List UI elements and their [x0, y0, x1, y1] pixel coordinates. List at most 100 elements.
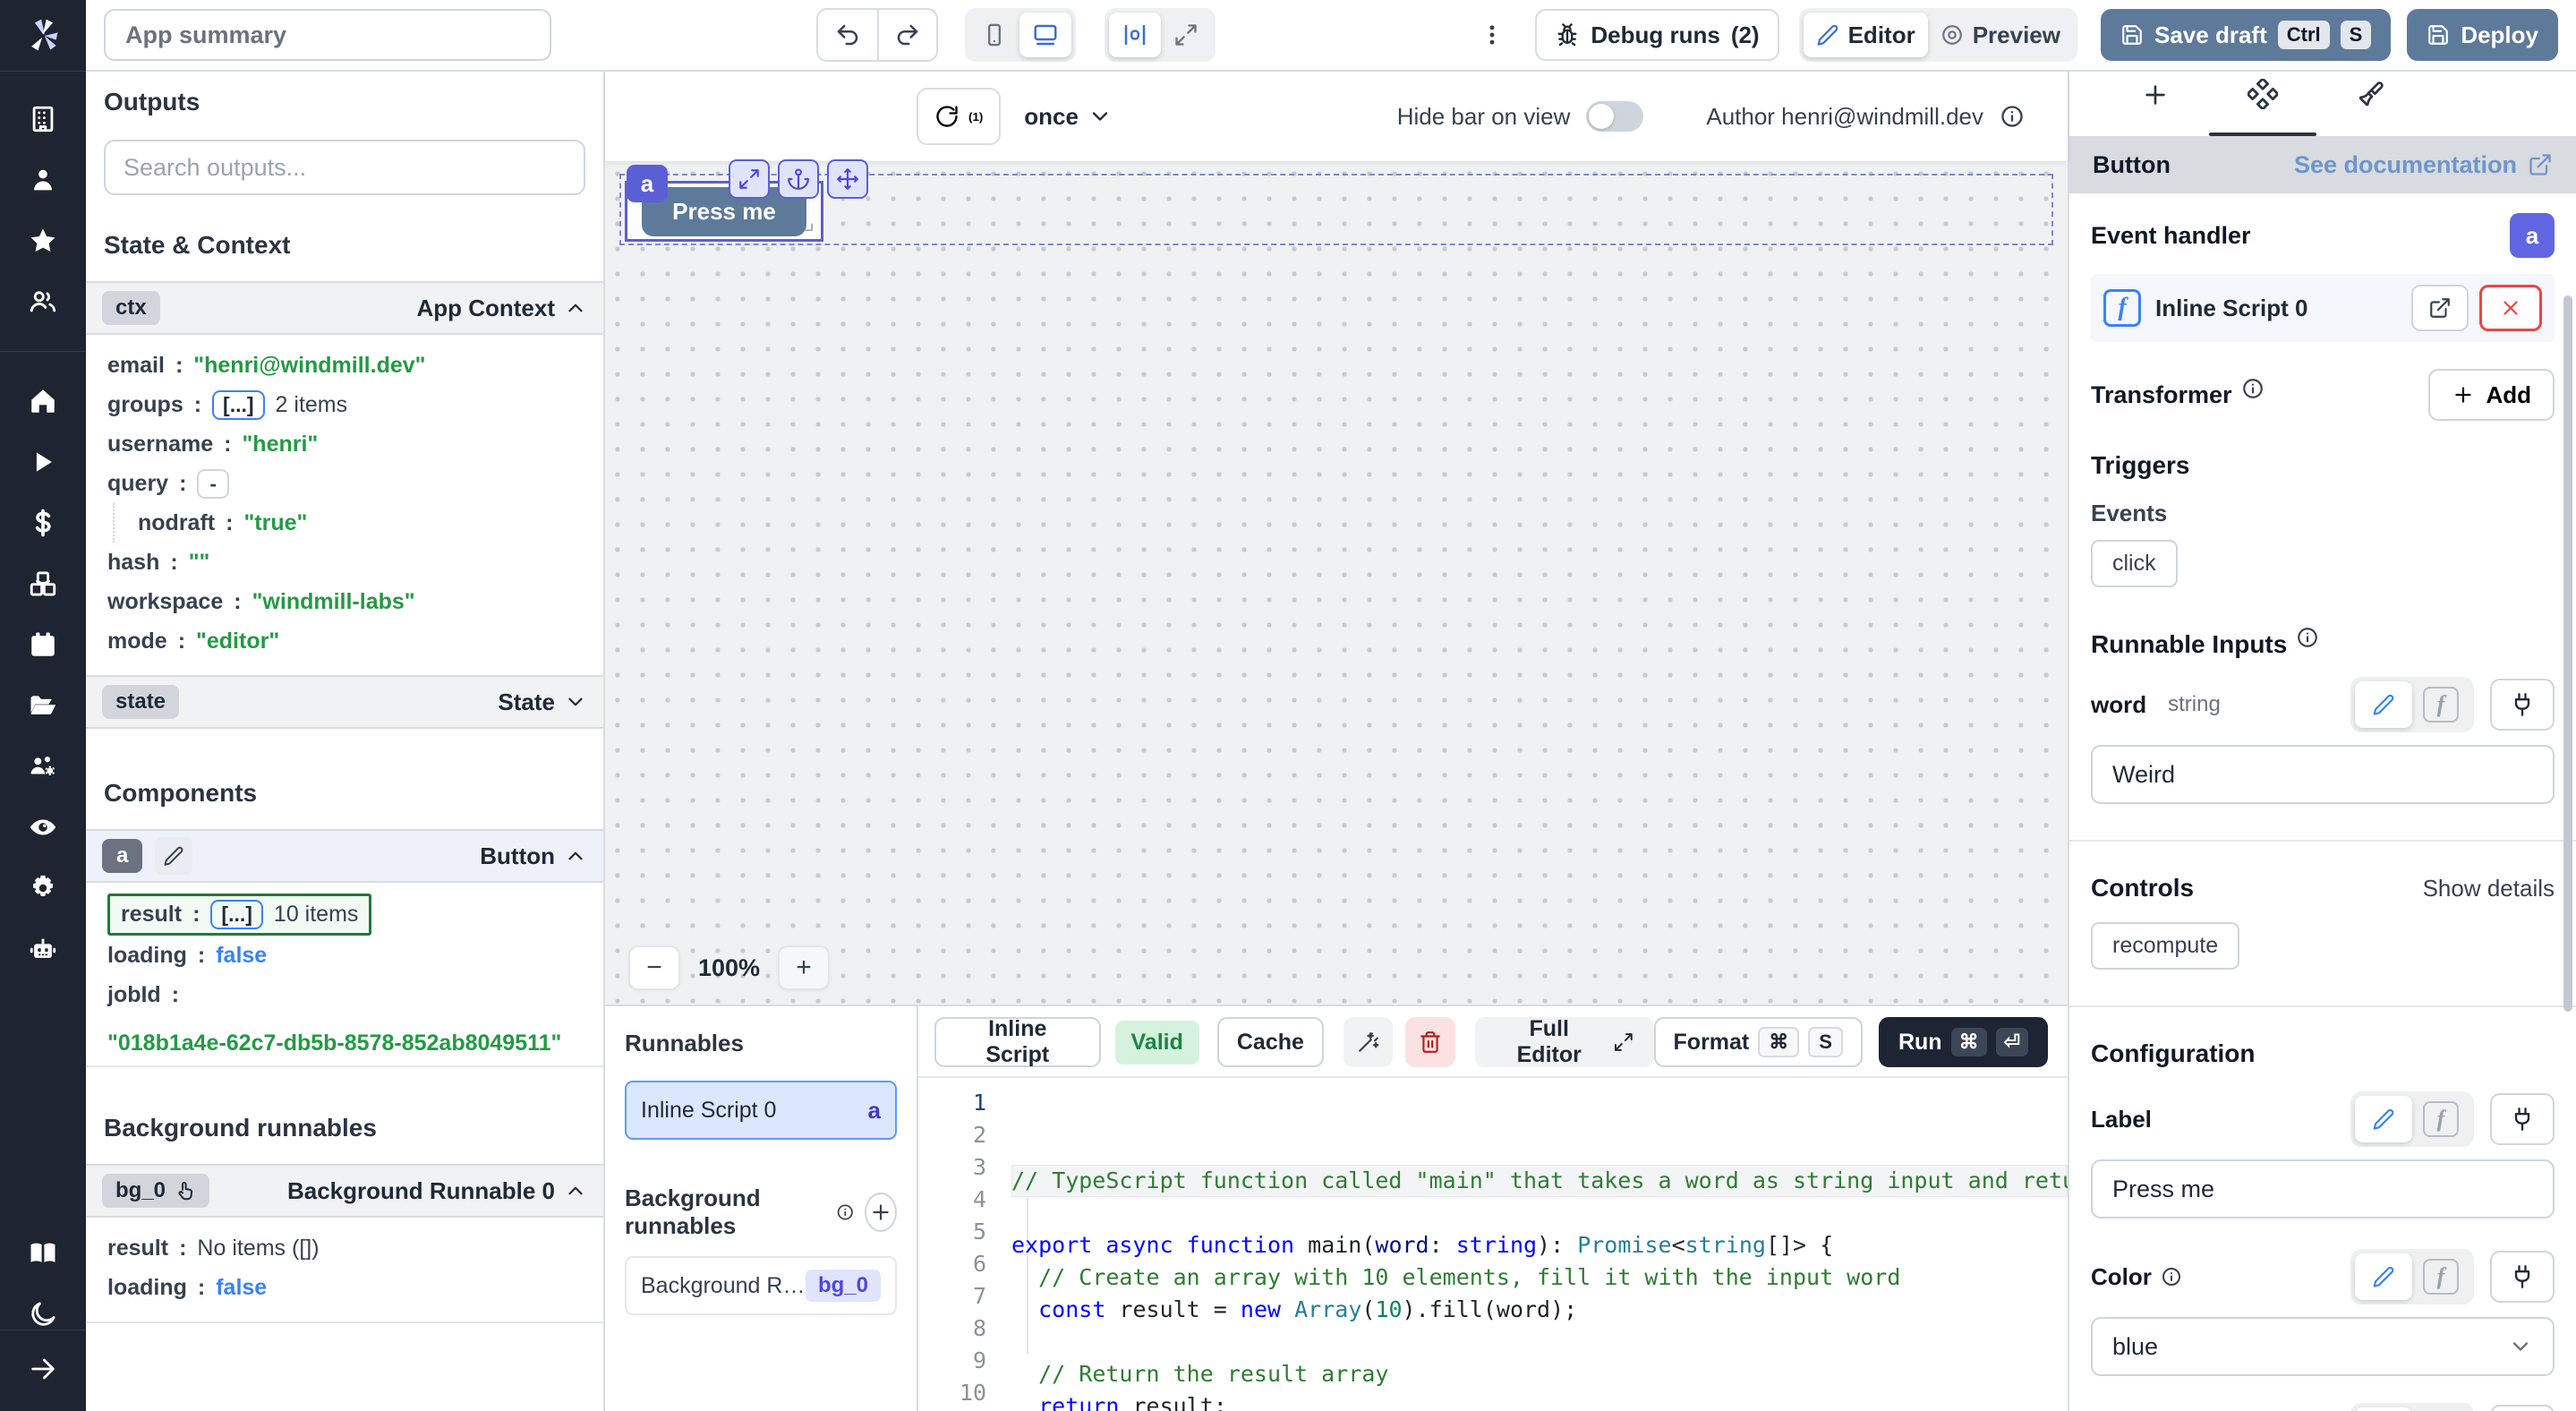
- code-line[interactable]: [1011, 1197, 2068, 1229]
- ctx-row-nodraft[interactable]: nodraft:"true": [113, 503, 582, 543]
- info-icon[interactable]: [2241, 377, 2265, 400]
- workers-users-gear-icon[interactable]: [28, 751, 58, 782]
- run-button[interactable]: Run ⌘ ⏎: [1879, 1017, 2048, 1067]
- eval-fx-option[interactable]: f: [2412, 1253, 2469, 1300]
- chevron-up-icon[interactable]: [564, 1179, 587, 1202]
- expand-handle[interactable]: [729, 159, 770, 199]
- code-line[interactable]: export async function main(word: string)…: [1011, 1229, 2068, 1261]
- static-pencil-option[interactable]: [2355, 681, 2412, 728]
- cache-button[interactable]: Cache: [1217, 1017, 1324, 1067]
- connect-plug-button[interactable]: [2490, 679, 2555, 731]
- refresh-runnables-button[interactable]: (1): [917, 88, 1001, 145]
- groups-icon[interactable]: [28, 286, 58, 317]
- preview-tab[interactable]: Preview: [1928, 13, 2073, 57]
- component-id-badge[interactable]: a: [627, 165, 668, 202]
- bg0-row-loading[interactable]: loading:false: [107, 1268, 582, 1307]
- schedules-calendar-icon[interactable]: [28, 629, 58, 660]
- audit-eye-icon[interactable]: [28, 812, 58, 842]
- bg0-section-header[interactable]: bg_0 Background Runnable 0: [86, 1164, 603, 1218]
- center-content-button[interactable]: [1109, 13, 1161, 57]
- windmill-logo[interactable]: [0, 0, 86, 72]
- app-canvas[interactable]: a Press me − 100%: [605, 161, 2068, 1005]
- connect-plug-button[interactable]: [2490, 1405, 2555, 1411]
- save-draft-button[interactable]: Save draft Ctrl S: [2101, 9, 2391, 61]
- a-row-result[interactable]: result: [...] 10 items: [107, 894, 582, 936]
- full-width-button[interactable]: [1161, 13, 1211, 57]
- full-editor-button[interactable]: Full Editor: [1475, 1017, 1654, 1067]
- delete-script-button[interactable]: [1405, 1017, 1454, 1067]
- ctx-row-username[interactable]: username:"henri": [107, 424, 582, 464]
- anchor-handle[interactable]: [778, 159, 819, 199]
- show-details-link[interactable]: Show details: [2423, 875, 2555, 902]
- a-row-loading[interactable]: loading:false: [107, 936, 582, 975]
- settings-scrollbar[interactable]: [2563, 295, 2572, 1012]
- folders-icon[interactable]: [28, 690, 58, 721]
- app-summary-input[interactable]: [104, 9, 551, 61]
- eval-fx-option[interactable]: f: [2412, 681, 2469, 728]
- inline-script-row[interactable]: f Inline Script 0: [2091, 274, 2555, 342]
- info-icon[interactable]: [2000, 104, 2025, 129]
- user-icon[interactable]: [28, 165, 58, 195]
- event-click-chip[interactable]: click: [2091, 540, 2178, 587]
- refresh-mode-dropdown[interactable]: once: [1024, 103, 1113, 131]
- code-line[interactable]: [1011, 1326, 2068, 1358]
- info-icon[interactable]: [2296, 626, 2319, 649]
- ctx-row-email[interactable]: email:"henri@windmill.dev": [107, 346, 582, 385]
- code-line[interactable]: return result;: [1011, 1390, 2068, 1411]
- ctx-row-mode[interactable]: mode:"editor": [107, 621, 582, 661]
- connect-plug-button[interactable]: [2490, 1251, 2555, 1303]
- workspace-building-icon[interactable]: [28, 104, 58, 134]
- eval-fx-option[interactable]: f: [2412, 1407, 2469, 1411]
- connect-plug-button[interactable]: [2490, 1093, 2555, 1145]
- code-lines[interactable]: // TypeScript function called "main" tha…: [1011, 1087, 2068, 1411]
- selected-output-box[interactable]: result: [...] 10 items: [107, 894, 371, 936]
- runs-play-icon[interactable]: [28, 447, 58, 477]
- word-value-input[interactable]: [2091, 745, 2555, 804]
- ai-wand-button[interactable]: [1343, 1017, 1393, 1067]
- settings-gear-icon[interactable]: [28, 873, 58, 903]
- color-select[interactable]: blue: [2091, 1317, 2555, 1376]
- state-section-header[interactable]: state State: [86, 675, 603, 729]
- ctx-row-hash[interactable]: hash:"": [107, 543, 582, 582]
- resources-boxes-icon[interactable]: [28, 569, 58, 599]
- desktop-view-button[interactable]: [1019, 13, 1071, 57]
- debug-runs-button[interactable]: Debug runs (2): [1535, 9, 1778, 61]
- open-script-button[interactable]: [2411, 285, 2469, 331]
- favorites-star-icon[interactable]: [28, 226, 58, 256]
- more-menu-kebab-icon[interactable]: [1480, 22, 1505, 47]
- code-editor[interactable]: 12345678910 // TypeScript function calle…: [918, 1076, 2068, 1411]
- dark-mode-moon-icon[interactable]: [28, 1299, 58, 1330]
- tab-styling[interactable]: [2316, 81, 2424, 136]
- chevron-up-icon[interactable]: [564, 296, 587, 320]
- resize-handle-icon[interactable]: [799, 218, 817, 235]
- recompute-chip[interactable]: recompute: [2091, 922, 2239, 970]
- static-pencil-option[interactable]: [2355, 1096, 2412, 1142]
- format-button[interactable]: Format ⌘ S: [1654, 1017, 1863, 1067]
- tab-component-settings[interactable]: [2209, 79, 2316, 136]
- variables-dollar-icon[interactable]: [28, 508, 58, 538]
- runnable-item-bg0[interactable]: Background Runna... bg_0: [625, 1256, 897, 1315]
- zoom-in-button[interactable]: +: [778, 945, 830, 990]
- tab-insert-component[interactable]: [2102, 81, 2209, 136]
- info-icon[interactable]: [836, 1201, 855, 1224]
- expand-sidebar-arrow-icon[interactable]: [28, 1354, 58, 1384]
- ctx-row-workspace[interactable]: workspace:"windmill-labs": [107, 582, 582, 621]
- ctx-section-header[interactable]: ctx App Context: [86, 281, 603, 335]
- deploy-button[interactable]: Deploy: [2407, 9, 2558, 61]
- code-line[interactable]: // Return the result array: [1011, 1358, 2068, 1390]
- redo-button[interactable]: [877, 10, 936, 60]
- chevron-down-icon[interactable]: [564, 690, 587, 714]
- bg0-row-result[interactable]: result:No items ([]): [107, 1228, 582, 1268]
- ctx-row-query[interactable]: query:-: [107, 464, 582, 503]
- component-a-header[interactable]: a Button: [86, 829, 603, 883]
- editor-tab[interactable]: Editor: [1804, 13, 1928, 57]
- edit-id-pencil-icon[interactable]: [155, 837, 192, 875]
- code-line[interactable]: const result = new Array(10).fill(word);: [1011, 1294, 2068, 1326]
- info-icon[interactable]: [2161, 1266, 2182, 1287]
- add-transformer-button[interactable]: Add: [2428, 369, 2555, 421]
- see-documentation-link[interactable]: See documentation: [2294, 151, 2553, 179]
- static-pencil-option[interactable]: [2355, 1407, 2412, 1411]
- ctx-row-groups[interactable]: groups:[...]2 items: [107, 385, 582, 424]
- chevron-up-icon[interactable]: [564, 844, 587, 868]
- home-icon[interactable]: [28, 386, 58, 416]
